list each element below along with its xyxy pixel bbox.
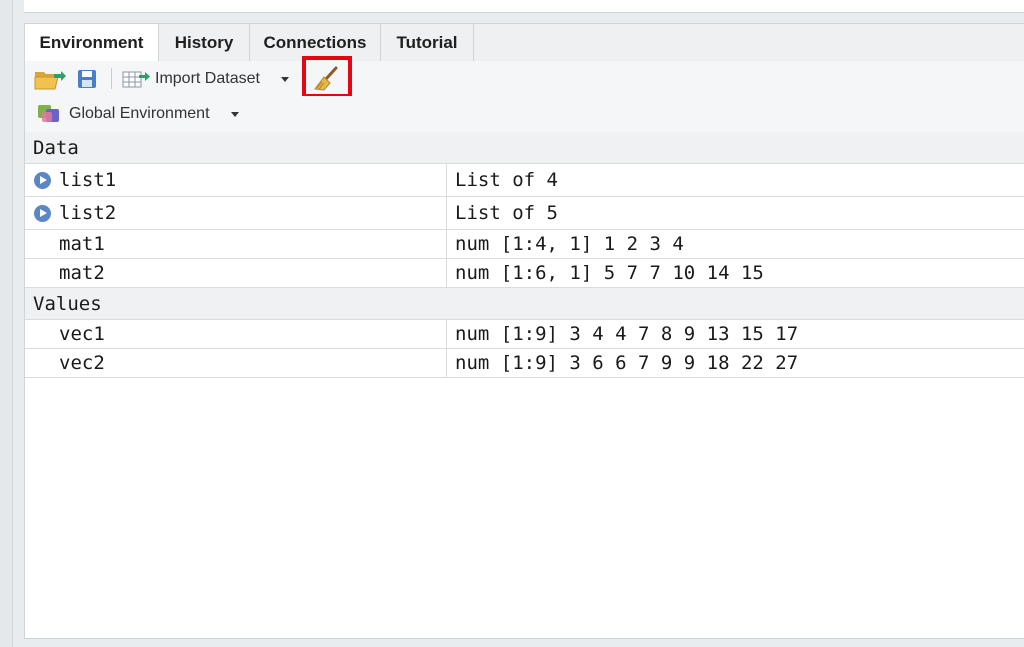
pane-tabs: Environment History Connections Tutorial bbox=[25, 24, 1024, 62]
folder-open-icon[interactable] bbox=[34, 68, 66, 95]
table-row[interactable]: list2 List of 5 bbox=[25, 197, 1024, 230]
environment-pane: Environment History Connections Tutorial bbox=[24, 23, 1024, 639]
column-divider bbox=[446, 164, 447, 196]
variable-name: mat2 bbox=[59, 262, 105, 284]
r-environment-icon bbox=[37, 104, 61, 131]
clear-button-highlight bbox=[302, 56, 352, 98]
source-pane-edge bbox=[24, 0, 1024, 13]
table-row[interactable]: list1 List of 4 bbox=[25, 164, 1024, 197]
variable-value: List of 5 bbox=[455, 202, 558, 224]
tab-tutorial[interactable]: Tutorial bbox=[381, 24, 474, 61]
tab-history[interactable]: History bbox=[159, 24, 250, 61]
expand-icon[interactable] bbox=[34, 205, 51, 222]
section-header-data: Data bbox=[25, 132, 1024, 164]
section-header-values: Values bbox=[25, 288, 1024, 320]
global-environment-dropdown[interactable]: Global Environment bbox=[69, 96, 210, 132]
column-divider bbox=[446, 197, 447, 229]
column-divider bbox=[446, 259, 447, 287]
variable-name: list2 bbox=[59, 202, 117, 224]
left-pane-edge bbox=[0, 0, 13, 647]
variable-name: vec2 bbox=[59, 352, 105, 374]
expand-icon[interactable] bbox=[34, 172, 51, 189]
import-dataset-button[interactable]: Import Dataset bbox=[155, 61, 260, 96]
environment-selector-bar: Global Environment bbox=[25, 96, 1024, 133]
table-row[interactable]: mat1 num [1:4, 1] 1 2 3 4 bbox=[25, 230, 1024, 259]
variable-name: list1 bbox=[59, 169, 117, 191]
variable-name: vec1 bbox=[59, 323, 105, 345]
environment-toolbar: Import Dataset bbox=[25, 61, 1024, 97]
global-environment-chevron-down-icon[interactable] bbox=[231, 112, 239, 117]
import-dataset-chevron-down-icon[interactable] bbox=[281, 77, 289, 82]
bottom-edge bbox=[24, 639, 1024, 647]
variable-value: num [1:9] 3 6 6 7 9 9 18 22 27 bbox=[455, 352, 799, 374]
save-icon[interactable] bbox=[77, 69, 97, 94]
variable-name: mat1 bbox=[59, 233, 105, 255]
tab-environment[interactable]: Environment bbox=[25, 24, 159, 62]
table-row[interactable]: mat2 num [1:6, 1] 5 7 7 10 14 15 bbox=[25, 259, 1024, 288]
column-divider bbox=[446, 320, 447, 348]
section-label: Data bbox=[33, 137, 79, 159]
column-divider bbox=[446, 349, 447, 377]
variable-value: num [1:6, 1] 5 7 7 10 14 15 bbox=[455, 262, 764, 284]
variable-value: num [1:9] 3 4 4 7 8 9 13 15 17 bbox=[455, 323, 799, 345]
variable-value: num [1:4, 1] 1 2 3 4 bbox=[455, 233, 684, 255]
table-row[interactable]: vec1 num [1:9] 3 4 4 7 8 9 13 15 17 bbox=[25, 320, 1024, 349]
import-dataset-icon[interactable] bbox=[122, 69, 152, 94]
toolbar-separator bbox=[111, 68, 112, 89]
environment-grid: Data list1 List of 4 list2 List of 5 mat… bbox=[25, 132, 1024, 378]
variable-value: List of 4 bbox=[455, 169, 558, 191]
section-label: Values bbox=[33, 293, 102, 315]
table-row[interactable]: vec2 num [1:9] 3 6 6 7 9 9 18 22 27 bbox=[25, 349, 1024, 378]
column-divider bbox=[446, 230, 447, 258]
